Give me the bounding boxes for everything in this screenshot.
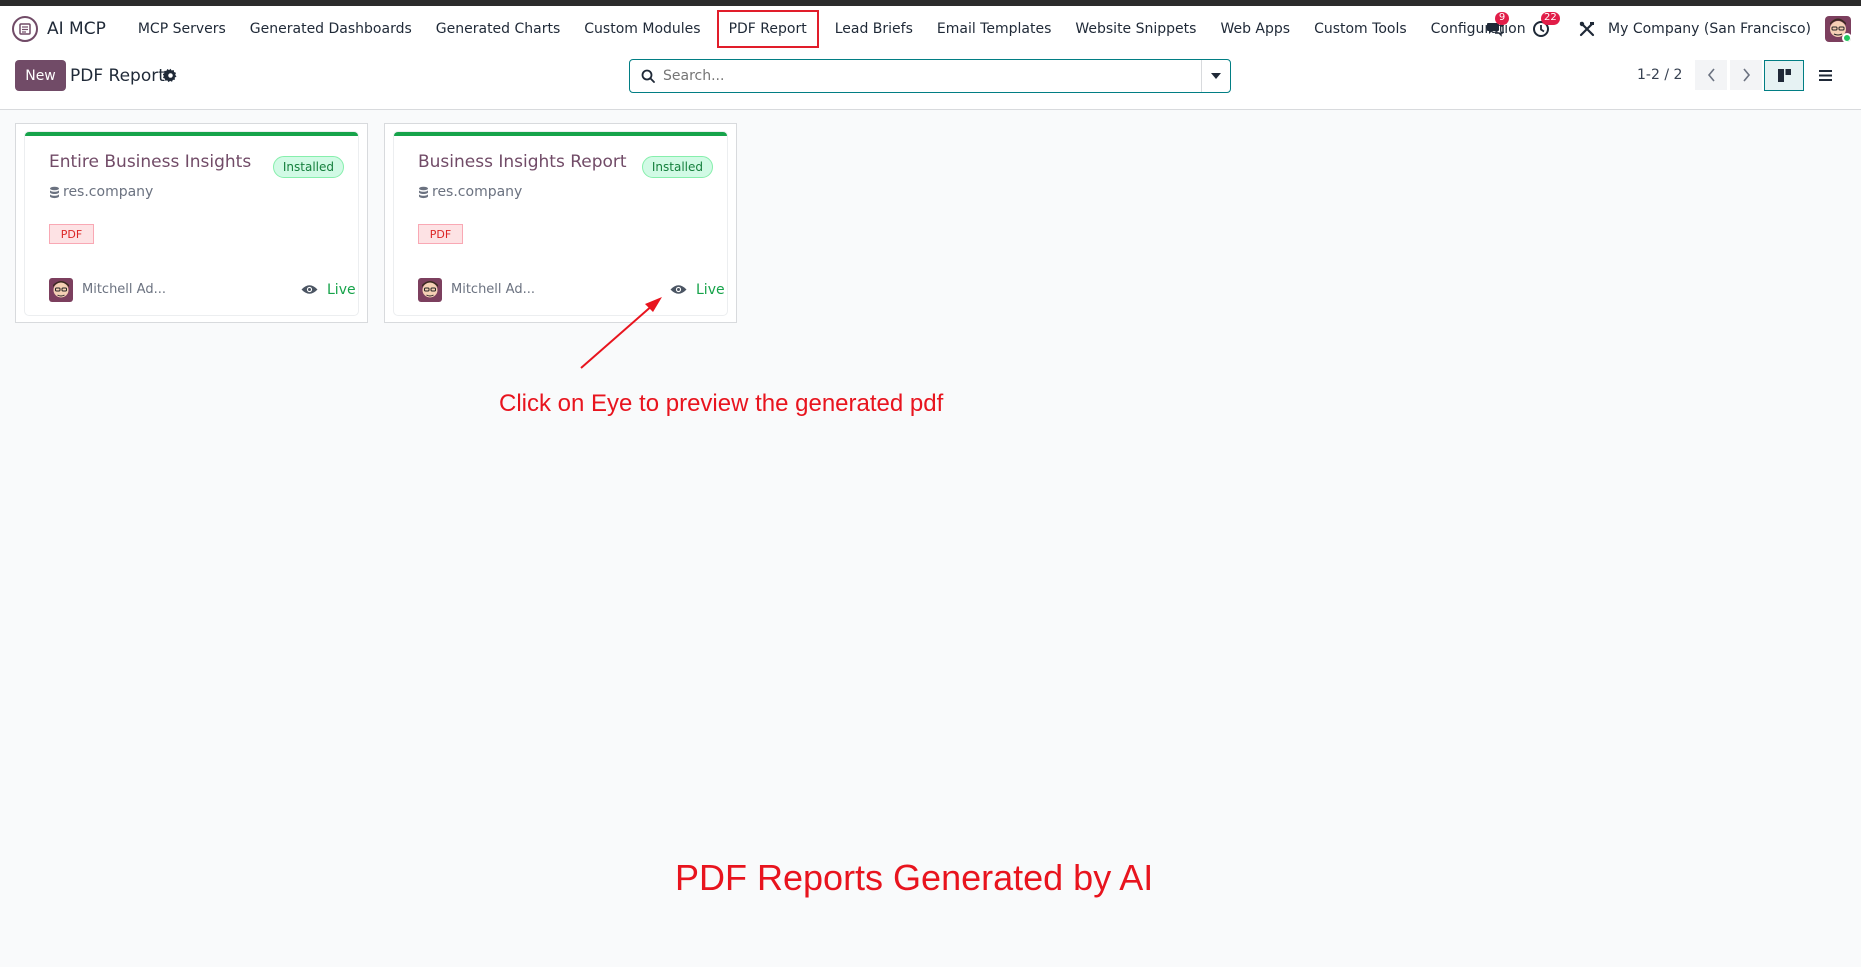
menu-custom-tools[interactable]: Custom Tools: [1302, 10, 1419, 48]
search-input[interactable]: [663, 68, 1183, 84]
app-logo-icon: [12, 16, 38, 42]
gear-icon[interactable]: [163, 68, 178, 83]
model-name: res.company: [432, 184, 523, 200]
author-name: Mitchell Ad...: [451, 282, 535, 297]
annotation-caption: PDF Reports Generated by AI: [675, 857, 1154, 898]
search-options-toggle[interactable]: [1201, 60, 1230, 92]
pager-value[interactable]: 1-2 / 2: [1637, 67, 1682, 83]
top-menu: MCP Servers Generated Dashboards Generat…: [126, 6, 1538, 52]
database-icon: [50, 186, 59, 198]
search-bar[interactable]: [629, 59, 1231, 93]
card-title[interactable]: Entire Business Insights: [49, 152, 251, 172]
menu-lead-briefs[interactable]: Lead Briefs: [823, 10, 925, 48]
user-avatar[interactable]: [1825, 16, 1851, 42]
pdf-tag: PDF: [418, 224, 463, 244]
caret-down-icon: [1211, 73, 1221, 79]
search-icon: [641, 69, 655, 83]
annotation-hint: Click on Eye to preview the generated pd…: [499, 390, 944, 417]
menu-generated-charts[interactable]: Generated Charts: [424, 10, 573, 48]
systray: 9 22 My Company (San Francisco): [1484, 6, 1861, 52]
live-status: Live: [696, 282, 725, 298]
menu-web-apps[interactable]: Web Apps: [1208, 10, 1302, 48]
database-icon: [419, 186, 428, 198]
chevron-left-icon: [1707, 68, 1715, 82]
activities-button[interactable]: 22: [1530, 12, 1560, 40]
new-button[interactable]: New: [15, 60, 66, 91]
model-field: res.company: [49, 184, 153, 200]
pager-previous-button[interactable]: [1695, 60, 1727, 90]
tools-button[interactable]: [1576, 18, 1598, 40]
kanban-record-wrapper: Entire Business Insights Installed res.c…: [15, 123, 368, 323]
kanban-record-wrapper: Business Insights Report Installed res.c…: [384, 123, 737, 323]
menu-generated-dashboards[interactable]: Generated Dashboards: [238, 10, 424, 48]
status-badge: Installed: [272, 156, 344, 178]
app-brand[interactable]: AI MCP: [12, 6, 126, 52]
main-navbar: AI MCP MCP Servers Generated Dashboards …: [0, 6, 1861, 52]
messages-count-badge: 9: [1495, 12, 1510, 25]
menu-email-templates[interactable]: Email Templates: [925, 10, 1063, 48]
menu-pdf-report[interactable]: PDF Report: [716, 10, 819, 48]
pdf-tag: PDF: [49, 224, 94, 244]
model-name: res.company: [63, 184, 154, 200]
author-avatar: [418, 278, 442, 302]
kanban-view-button[interactable]: [1764, 60, 1804, 91]
app-name[interactable]: AI MCP: [47, 19, 106, 39]
company-switcher[interactable]: My Company (San Francisco): [1608, 21, 1811, 37]
eye-icon[interactable]: [301, 284, 318, 295]
pager-next-button[interactable]: [1730, 60, 1762, 90]
card-title[interactable]: Business Insights Report: [418, 152, 627, 172]
activities-count-badge: 22: [1541, 12, 1560, 25]
kanban-card[interactable]: Entire Business Insights Installed res.c…: [25, 132, 358, 315]
author-avatar: [49, 278, 73, 302]
chevron-right-icon: [1742, 68, 1750, 82]
kanban-card[interactable]: Business Insights Report Installed res.c…: [394, 132, 727, 315]
kanban-icon: [1777, 69, 1791, 82]
messages-button[interactable]: 9: [1484, 12, 1510, 40]
crossed-tools-icon: [1579, 21, 1595, 37]
online-status-dot: [1842, 33, 1851, 42]
list-icon: [1818, 70, 1832, 81]
menu-custom-modules[interactable]: Custom Modules: [572, 10, 712, 48]
model-field: res.company: [418, 184, 522, 200]
live-status: Live: [327, 282, 356, 298]
list-view-button[interactable]: [1805, 60, 1845, 91]
status-badge: Installed: [641, 156, 713, 178]
control-panel: New PDF Report 1-2 / 2: [0, 52, 1861, 110]
menu-website-snippets[interactable]: Website Snippets: [1063, 10, 1208, 48]
menu-mcp-servers[interactable]: MCP Servers: [126, 10, 238, 48]
eye-icon[interactable]: [670, 284, 687, 295]
author-name: Mitchell Ad...: [82, 282, 166, 297]
page-title: PDF Report: [70, 66, 165, 86]
